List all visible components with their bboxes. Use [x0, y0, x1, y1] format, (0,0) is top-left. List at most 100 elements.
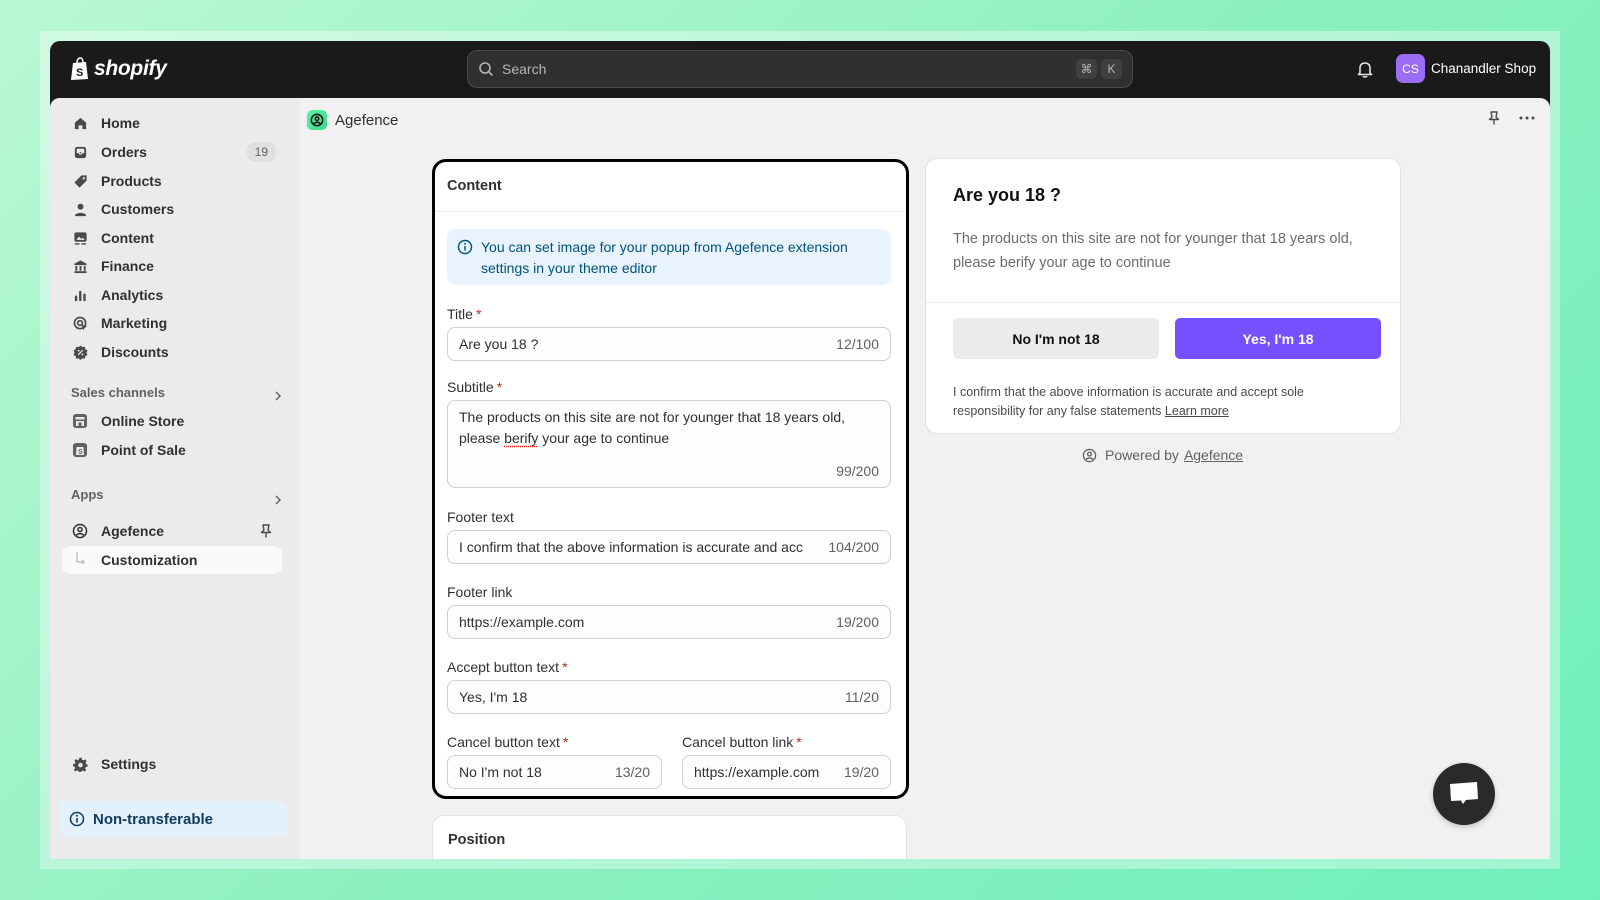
- preview-footer: I confirm that the above information is …: [953, 383, 1373, 421]
- footer-text-input[interactable]: I confirm that the above information is …: [447, 530, 891, 564]
- shopify-bag-icon: S: [71, 57, 88, 80]
- info-banner-text: You can set image for your popup from Ag…: [481, 239, 848, 276]
- sidebar-item-label: Settings: [101, 756, 157, 772]
- title-value: Are you 18 ?: [459, 336, 539, 352]
- page-header: Agefence: [307, 110, 398, 130]
- sidebar-item-finance[interactable]: Finance: [62, 252, 282, 280]
- info-banner: You can set image for your popup from Ag…: [447, 229, 891, 285]
- label-text: Subtitle: [447, 379, 494, 395]
- chevron-right-icon[interactable]: [272, 390, 284, 402]
- gear-icon: [72, 756, 88, 772]
- required-mark: *: [475, 306, 482, 322]
- position-settings-card: Position: [432, 815, 907, 859]
- store-icon: [72, 413, 88, 429]
- sidebar-item-customers[interactable]: Customers: [62, 195, 282, 223]
- sidebar-item-products[interactable]: Products: [62, 167, 282, 195]
- sub-item-arrow-icon: [72, 552, 88, 568]
- top-bar: S shopify Search ⌘ K CS Chanandler Shop: [50, 41, 1550, 98]
- character-count: 11/20: [845, 689, 879, 705]
- page-header-actions: [1486, 110, 1536, 126]
- svg-text:S: S: [78, 449, 83, 456]
- search-placeholder: Search: [502, 61, 547, 77]
- preview-accept-button[interactable]: Yes, I'm 18: [1175, 318, 1381, 359]
- tag-icon: [72, 173, 88, 189]
- required-mark: *: [562, 659, 568, 675]
- more-options-icon[interactable]: [1518, 110, 1536, 126]
- sidebar-item-analytics[interactable]: Analytics: [62, 281, 282, 309]
- sidebar: Home Orders 19 Products Customers Conten…: [50, 98, 300, 859]
- sidebar-item-label: Analytics: [101, 287, 164, 303]
- accept-button-text-input[interactable]: Yes, I'm 18 11/20: [447, 680, 891, 714]
- misspelled-word: berify: [504, 429, 539, 446]
- sidebar-item-agefence[interactable]: Agefence: [62, 517, 282, 545]
- sidebar-item-content[interactable]: Content: [62, 224, 282, 252]
- chat-button[interactable]: [1433, 763, 1495, 825]
- agefence-app-icon: [307, 110, 327, 130]
- label-text: Title: [447, 306, 473, 322]
- required-mark: *: [496, 379, 503, 395]
- apps-heading[interactable]: Apps: [71, 487, 104, 502]
- orders-count-badge: 19: [246, 142, 276, 162]
- shopify-logo[interactable]: S shopify: [70, 57, 167, 81]
- target-icon: [72, 315, 88, 331]
- character-count: 99/200: [836, 463, 879, 479]
- command-key-hint: ⌘: [1076, 59, 1097, 79]
- accept-button-text-label: Accept button text *: [447, 659, 568, 675]
- sidebar-item-label: Finance: [101, 258, 154, 274]
- character-count: 13/20: [614, 764, 650, 780]
- title-input[interactable]: Are you 18 ? 12/100: [447, 327, 891, 361]
- sidebar-item-label: Customization: [101, 552, 198, 568]
- cancel-button-text-input[interactable]: No I'm not 18 13/20: [447, 755, 662, 789]
- cancel-button-link-input[interactable]: https://example.com 19/20: [682, 755, 891, 789]
- sidebar-item-marketing[interactable]: Marketing: [62, 309, 282, 337]
- sidebar-item-online-store[interactable]: Online Store: [62, 407, 282, 435]
- sidebar-item-label: Agefence: [101, 523, 165, 539]
- cancel-button-value: No I'm not 18: [459, 764, 542, 780]
- sidebar-item-customization[interactable]: Customization: [62, 546, 282, 574]
- footer-link-value: https://example.com: [459, 614, 585, 630]
- agefence-icon: [72, 523, 88, 539]
- sidebar-item-label: Online Store: [101, 413, 185, 429]
- sidebar-item-discounts[interactable]: Discounts: [62, 338, 282, 366]
- subtitle-textarea[interactable]: The products on this site are not for yo…: [447, 400, 891, 488]
- subtitle-text: your age to continue: [538, 429, 670, 446]
- label-text: Accept button text: [447, 659, 560, 675]
- title-label: Title *: [447, 306, 481, 322]
- required-mark: *: [562, 734, 569, 750]
- sales-channels-heading[interactable]: Sales channels: [71, 385, 165, 400]
- sidebar-item-settings[interactable]: Settings: [62, 750, 282, 778]
- non-transferable-label: Non-transferable: [93, 810, 214, 828]
- avatar: CS: [1396, 54, 1425, 83]
- notification-bell-icon[interactable]: [1355, 59, 1375, 79]
- footer-link-input[interactable]: https://example.com 19/200: [447, 605, 891, 639]
- sidebar-item-point-of-sale[interactable]: S Point of Sale: [62, 436, 282, 464]
- sidebar-item-orders[interactable]: Orders 19: [62, 138, 282, 166]
- sidebar-item-label: Marketing: [101, 315, 168, 331]
- pin-icon[interactable]: [1486, 110, 1502, 126]
- chevron-right-icon[interactable]: [272, 494, 284, 506]
- sidebar-item-label: Content: [101, 230, 154, 246]
- admin-shell: Home Orders 19 Products Customers Conten…: [50, 98, 1550, 859]
- learn-more-link[interactable]: Learn more: [1165, 404, 1229, 418]
- sidebar-item-home[interactable]: Home: [62, 109, 282, 137]
- discount-icon: [72, 344, 88, 360]
- person-icon: [72, 201, 88, 217]
- sidebar-item-label: Products: [101, 173, 162, 189]
- sidebar-item-label: Point of Sale: [101, 442, 186, 458]
- agefence-link[interactable]: Agefence: [1184, 447, 1243, 463]
- character-count: 12/100: [836, 336, 879, 352]
- cancel-button-text-label: Cancel button text *: [447, 734, 568, 750]
- shopify-admin-window: S shopify Search ⌘ K CS Chanandler Shop: [50, 41, 1550, 859]
- label-text: Cancel button text: [447, 734, 560, 750]
- search-input[interactable]: Search ⌘ K: [467, 50, 1133, 88]
- account-menu[interactable]: CS Chanandler Shop: [1396, 54, 1536, 83]
- preview-cancel-button[interactable]: No I'm not 18: [953, 318, 1159, 359]
- popup-preview: Are you 18 ? The products on this site a…: [925, 158, 1401, 434]
- card-title: Content: [447, 178, 502, 194]
- non-transferable-banner[interactable]: Non-transferable: [59, 801, 287, 837]
- search-icon: [479, 62, 493, 76]
- shop-name: Chanandler Shop: [1431, 61, 1537, 76]
- preview-footer-text: I confirm that the above information is …: [953, 385, 1304, 418]
- pin-icon[interactable]: [258, 523, 274, 539]
- sidebar-item-label: Home: [101, 115, 140, 131]
